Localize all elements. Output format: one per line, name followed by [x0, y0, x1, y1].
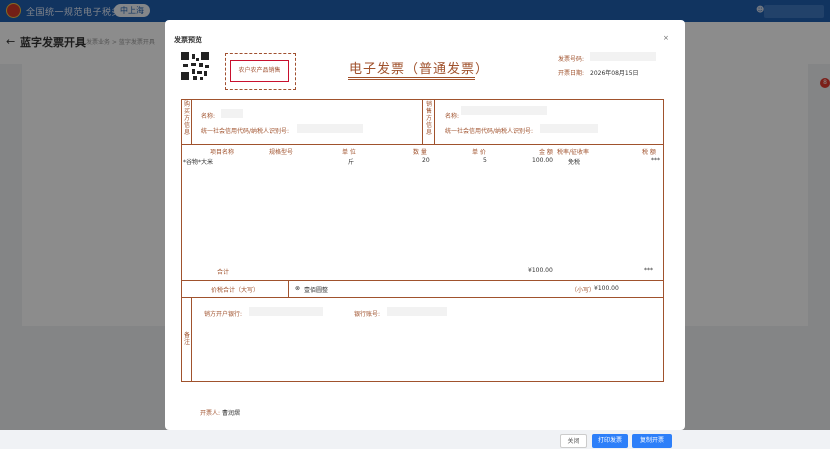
row-item-name: *谷物*大米 [183, 159, 214, 166]
print-invoice-button[interactable]: 打印发票 [592, 434, 628, 448]
divider [191, 99, 192, 144]
row-amount: 100.00 [532, 157, 553, 164]
row-tax-rate: 免税 [568, 159, 581, 166]
qr-code [181, 52, 209, 80]
col-spec: 规格型号 [269, 149, 294, 156]
issuer-label: 开票人: [200, 410, 221, 417]
seller-side-label: 销售方信息 [425, 101, 432, 136]
divider [191, 297, 192, 382]
row-unit: 斤 [348, 159, 355, 166]
row-price: 5 [483, 157, 487, 164]
issue-date-label: 开票日期: [558, 70, 585, 77]
grand-total-small-value: ¥100.00 [594, 285, 619, 292]
close-icon[interactable]: × [663, 34, 669, 42]
divider-grand-total [181, 297, 664, 298]
buyer-name-label: 名称: [201, 113, 216, 120]
divider [288, 280, 289, 297]
divider-total [181, 280, 664, 281]
total-tax: *** [644, 267, 653, 274]
invoice-number-value [590, 52, 656, 61]
seller-tax-id-label: 统一社会信用代码/纳税人识别号: [445, 128, 534, 135]
col-price: 单 价 [472, 149, 486, 156]
seller-tax-id-value [540, 124, 598, 133]
divider [422, 99, 423, 144]
account-label: 银行账号: [354, 311, 381, 318]
row-tax: *** [651, 157, 660, 164]
title-underline [348, 77, 475, 80]
col-tax: 税 额 [642, 149, 656, 156]
divider [434, 99, 435, 144]
total-label: 合计 [217, 269, 230, 276]
col-quantity: 数 量 [413, 149, 427, 156]
bank-label: 销方开户银行: [204, 311, 243, 318]
issue-date-value: 2026年08月15日 [590, 70, 639, 77]
remarks-side-label: 备注 [183, 332, 190, 346]
divider-parties [181, 144, 664, 145]
bank-value [249, 307, 323, 316]
copy-invoice-button[interactable]: 复制开票 [632, 434, 672, 448]
seller-name-label: 名称: [445, 113, 460, 120]
grand-total-label: 价税合计（大写） [211, 287, 260, 294]
row-quantity: 20 [422, 157, 430, 164]
col-unit: 单 位 [342, 149, 356, 156]
grand-total-capital-icon: ⊗ [295, 285, 301, 292]
seller-name-value [461, 106, 547, 115]
grand-total-capital-value: 壹佰圆整 [304, 287, 329, 294]
account-value [387, 307, 447, 316]
col-tax-rate: 税率/征收率 [557, 149, 590, 156]
buyer-name-value [221, 109, 243, 118]
col-item-name: 项目名称 [210, 149, 235, 156]
total-amount: ¥100.00 [528, 267, 553, 274]
invoice-title: 电子发票（普通发票） [349, 62, 490, 77]
grand-total-small-label: （小写） [571, 287, 596, 294]
buyer-side-label: 购买方信息 [183, 101, 190, 136]
invoice-preview-dialog: 发票预览 × 农户农产品销售 电子发票（普通发票） 发票号码: 开票日期: 20… [165, 20, 685, 448]
col-amount: 金 额 [539, 149, 553, 156]
buyer-tax-id-value [297, 124, 363, 133]
invoice-number-label: 发票号码: [558, 56, 585, 63]
dialog-title: 发票预览 [174, 36, 202, 44]
agricultural-sale-stamp: 农户农产品销售 [230, 60, 289, 82]
buyer-tax-id-label: 统一社会信用代码/纳税人识别号: [201, 128, 290, 135]
close-button[interactable]: 关闭 [560, 434, 587, 448]
issuer-name: 曹润熠 [222, 410, 241, 417]
